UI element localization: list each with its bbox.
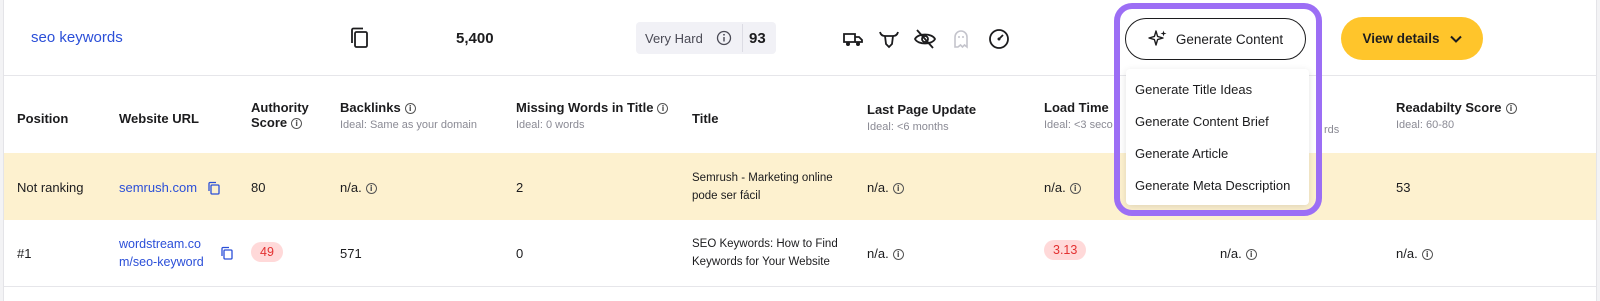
header-sublabel: Ideal: <3 seco: [1044, 119, 1113, 131]
truck-icon: [841, 27, 865, 51]
header-label: Website URL: [119, 111, 199, 126]
menu-item-generate-content-brief[interactable]: Generate Content Brief: [1135, 114, 1269, 129]
divider: [742, 24, 743, 52]
header-sublabel: Ideal: 60-80: [1396, 119, 1455, 131]
difficulty-label: Very Hard: [645, 31, 703, 46]
keyword-summary-row: seo keywords 5,400 Very Hard 93 Generate…: [4, 0, 1596, 76]
last-update-value: n/a.: [867, 180, 889, 195]
title-line: pode ser fácil: [692, 190, 761, 202]
header-label: Readabilty Score: [1396, 100, 1502, 115]
last-update-cell: n/a. i: [867, 180, 904, 195]
difficulty-score: 93: [749, 30, 766, 47]
info-icon[interactable]: i: [404, 103, 416, 114]
menu-item-generate-title-ideas[interactable]: Generate Title Ideas: [1135, 82, 1252, 97]
info-icon[interactable]: i: [657, 103, 669, 114]
readability-value: n/a.: [1396, 246, 1418, 261]
header-label: Title: [692, 111, 719, 126]
backlinks-cell: 571: [340, 246, 362, 261]
header-label: Backlinks: [340, 100, 401, 115]
website-url-link[interactable]: semrush.com: [119, 180, 197, 195]
title-line: Semrush - Marketing online: [692, 172, 833, 184]
authority-score-badge: 49: [251, 242, 283, 262]
column-header-title: Title: [692, 111, 719, 126]
info-icon[interactable]: i: [291, 118, 303, 129]
table-row: #1 wordstream.co m/seo-keyword 49 571 0 S…: [4, 220, 1596, 287]
copy-icon[interactable]: [220, 246, 234, 260]
column-header-last-page-update: Last Page Update Ideal: <6 months: [867, 102, 976, 133]
table-row: Not ranking semrush.com 80 n/a. i 2 Semru…: [4, 153, 1596, 220]
backlinks-cell: n/a. i: [340, 180, 377, 195]
missing-words-cell: 0: [516, 246, 524, 261]
header-sublabel: Ideal: 0 words: [516, 119, 585, 131]
header-label: Missing Words in Title: [516, 100, 654, 115]
last-update-value: n/a.: [867, 246, 889, 261]
readability-cell: n/a. i: [1396, 246, 1433, 261]
last-update-cell: n/a. i: [867, 246, 904, 261]
copy-icon[interactable]: [349, 26, 371, 50]
info-icon[interactable]: [716, 30, 732, 51]
readability-cell: 53: [1396, 180, 1411, 195]
position-cell: #1: [17, 246, 32, 261]
generate-content-button[interactable]: Generate Content: [1125, 18, 1306, 60]
hidden-column-value: n/a.: [1220, 246, 1242, 261]
search-volume: 5,400: [456, 30, 494, 47]
column-header-website-url: Website URL: [119, 111, 199, 126]
ghost-icon: [949, 27, 973, 51]
menu-item-generate-article[interactable]: Generate Article: [1135, 146, 1228, 161]
backlinks-value: n/a.: [340, 180, 362, 195]
info-icon[interactable]: i: [1421, 249, 1433, 260]
header-label: Position: [17, 111, 69, 126]
serp-analysis-panel: seo keywords 5,400 Very Hard 93 Generate…: [3, 0, 1597, 301]
title-line: Keywords for Your Website: [692, 256, 830, 268]
info-icon[interactable]: i: [892, 249, 904, 260]
eye-off-icon: [913, 27, 937, 51]
load-time-badge: 3.13: [1044, 240, 1087, 260]
info-icon[interactable]: i: [1505, 103, 1517, 114]
header-label: Load Time: [1044, 100, 1109, 115]
hidden-column-cell: n/a. i: [1220, 246, 1257, 261]
column-header-readability: Readabilty Score i Ideal: 60-80: [1396, 100, 1517, 131]
info-icon[interactable]: i: [1245, 249, 1257, 260]
view-details-button[interactable]: View details: [1341, 17, 1483, 60]
column-header-backlinks: Backlinks i Ideal: Same as your domain: [340, 100, 477, 131]
keyword-link[interactable]: seo keywords: [31, 29, 123, 46]
url-cell: semrush.com: [119, 180, 221, 195]
bull-icon: [877, 27, 901, 51]
chevron-down-icon: [1449, 35, 1462, 43]
column-header-hidden: rds: [1324, 120, 1339, 136]
header-label: Last Page Update: [867, 102, 977, 117]
title-cell: Semrush - Marketing online pode ser fácil: [692, 169, 833, 205]
menu-item-generate-meta-description[interactable]: Generate Meta Description: [1135, 178, 1290, 193]
info-icon[interactable]: i: [1069, 183, 1081, 194]
load-time-cell: n/a. i: [1044, 180, 1081, 195]
info-icon[interactable]: i: [892, 183, 904, 194]
load-time-value: n/a.: [1044, 180, 1066, 195]
authority-score-cell: 80: [251, 180, 266, 195]
copy-icon[interactable]: [207, 181, 221, 195]
missing-words-cell: 2: [516, 180, 524, 195]
generate-content-dropdown: Generate Title Ideas Generate Content Br…: [1126, 69, 1309, 205]
website-url-link[interactable]: wordstream.co m/seo-keyword: [119, 237, 204, 269]
title-cell: SEO Keywords: How to Find Keywords for Yo…: [692, 235, 838, 271]
sparkle-icon: [1148, 30, 1167, 46]
authority-score-cell: 49: [251, 242, 283, 262]
generate-content-label: Generate Content: [1175, 31, 1284, 47]
url-line: m/seo-keyword: [119, 255, 204, 269]
header-sublabel: Ideal: <6 months: [867, 121, 949, 133]
column-header-authority-score: Authority Score i: [251, 100, 331, 130]
position-cell: Not ranking: [17, 180, 84, 195]
speedometer-icon: [987, 27, 1011, 51]
url-cell: wordstream.co m/seo-keyword: [119, 235, 204, 271]
url-line: wordstream.co: [119, 237, 201, 251]
header-sublabel: Ideal: Same as your domain: [340, 119, 477, 131]
info-icon[interactable]: i: [365, 183, 377, 194]
column-header-load-time: Load Time Ideal: <3 seco: [1044, 100, 1113, 131]
header-sublabel: rds: [1324, 124, 1340, 136]
title-line: SEO Keywords: How to Find: [692, 238, 838, 250]
load-time-cell: 3.13: [1044, 240, 1087, 260]
column-header-position: Position: [17, 111, 68, 126]
view-details-label: View details: [1362, 31, 1440, 46]
column-header-missing-words: Missing Words in Title i Ideal: 0 words: [516, 100, 669, 131]
